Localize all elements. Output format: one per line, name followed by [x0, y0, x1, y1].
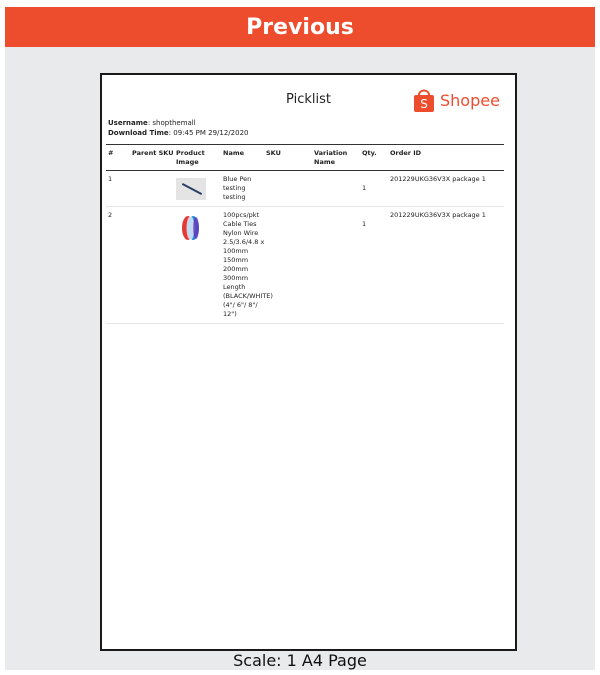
download-time-label: Download Time [108, 129, 169, 137]
product-image-cell [176, 175, 223, 202]
header-number: # [108, 149, 114, 157]
product-image-cell [176, 211, 223, 319]
table-header: # Parent SKU Product Image Name SKU Vari… [106, 144, 504, 171]
shopping-bag-icon: S [414, 89, 434, 112]
shopee-logo: S Shopee [413, 85, 500, 115]
username-line: Username: shopthemall [108, 118, 249, 128]
row-parent-sku [132, 211, 176, 319]
username-value: : shopthemall [147, 119, 196, 127]
header-sku: SKU [266, 149, 281, 157]
row-sku [266, 175, 314, 202]
download-time-line: Download Time: 09:45 PM 29/12/2020 [108, 128, 249, 138]
banner-title: Previous [246, 14, 354, 40]
row-parent-sku [132, 175, 176, 202]
logo-wordmark: Shopee [440, 90, 500, 110]
row-variation [314, 175, 362, 202]
row-sku [266, 211, 314, 319]
row-order-id: 201229UKG36V3X package 1 [390, 211, 486, 219]
preview-frame: Previous Picklist S Shopee Username: sho… [5, 7, 595, 670]
header-order-id: Order ID [390, 149, 422, 157]
cable-ties-image [182, 216, 199, 240]
username-label: Username [108, 119, 148, 127]
row-qty: 1 [362, 184, 367, 192]
picklist-table: # Parent SKU Product Image Name SKU Vari… [106, 144, 504, 324]
header-parent-sku: Parent SKU [132, 149, 174, 157]
row-number: 1 [108, 175, 113, 183]
header-qty: Qty. [362, 149, 377, 157]
logo-letter: S [420, 97, 428, 111]
row-qty: 1 [362, 220, 367, 228]
download-time-value: : 09:45 PM 29/12/2020 [168, 129, 249, 137]
row-order-id: 201229UKG36V3X package 1 [390, 175, 486, 183]
row-name: Blue Pen testing testing [223, 175, 252, 201]
table-row: 1 Blue Pen testing testing 1 201229UKG36… [106, 171, 504, 207]
header-variation-name: Variation Name [314, 149, 348, 166]
header-name: Name [223, 149, 245, 157]
row-name: 100pcs/pkt Cable Ties Nylon Wire 2.5/3.6… [223, 211, 273, 318]
blue-pen-image [176, 178, 206, 200]
previous-banner[interactable]: Previous [5, 7, 595, 47]
scale-caption: Scale: 1 A4 Page [233, 651, 367, 670]
document-meta: Username: shopthemall Download Time: 09:… [108, 118, 249, 138]
table-row: 2 100pcs/pkt Cable Ties Nylon Wire 2.5/3… [106, 207, 504, 324]
row-number: 2 [108, 211, 113, 219]
header-product-image: Product Image [176, 149, 205, 166]
picklist-page: Picklist S Shopee Username: shopthemall … [100, 73, 517, 651]
row-variation [314, 211, 362, 319]
